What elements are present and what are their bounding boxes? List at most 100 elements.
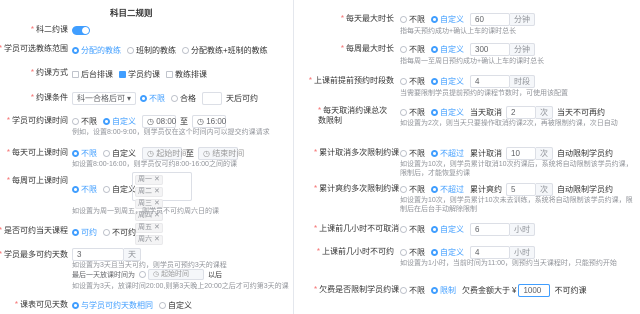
release-time-radio[interactable] [139,271,146,278]
no-book-before-radio-2[interactable] [431,249,438,256]
no-cancel-before-input[interactable]: 6 [470,223,510,236]
weekly-max-option-1[interactable]: 不限 [409,44,425,55]
arrears-limit-radio-1[interactable] [400,287,407,294]
weekly-time-radio-2[interactable] [103,186,110,193]
arrears-limit-option-1[interactable]: 不限 [409,285,425,296]
weekly-max-radio-1[interactable] [400,46,407,53]
booking-method-option-3[interactable]: 教练排课 [175,69,207,80]
arrears-limit-option-2[interactable]: 限制 [440,285,456,296]
booking-time-option-1[interactable]: 不限 [81,116,97,127]
booking-condition-radio-2[interactable] [171,95,178,102]
arrears-limit-radio-2[interactable] [431,287,438,294]
cancel-count-radio-1[interactable] [400,109,407,116]
daily-max-radio-2[interactable] [431,16,438,23]
advance-hours-option-1[interactable]: 不限 [409,76,425,87]
no-book-before-option-2[interactable]: 自定义 [440,247,464,258]
weekly-time-option-1[interactable]: 不限 [81,184,97,195]
cumulative-cancel-radio-1[interactable] [400,150,407,157]
cumulative-miss-radio-1[interactable] [400,186,407,193]
same-day-option-1[interactable]: 可约 [81,227,97,238]
booking-method-checkbox-3[interactable] [166,71,173,78]
cumulative-miss-option-2[interactable]: 不超过 [440,184,464,195]
daily-max-hint: 指每天预约成功+确认上车的课时总长 [400,28,517,35]
coach-scope-radio-1[interactable] [72,47,79,54]
same-day-radio-1[interactable] [72,229,79,236]
cumulative-miss-option-1[interactable]: 不限 [409,184,425,195]
arrears-limit-input[interactable]: 1000 [518,284,551,297]
advance-hours-radio-1[interactable] [400,78,407,85]
day-tag[interactable]: 周一 ✕ [135,175,163,185]
booking-condition-select[interactable]: 科一合格后可 ▾ [72,92,136,105]
daily-max-input[interactable]: 60 [470,13,510,26]
coach-scope-radio-2[interactable] [127,47,134,54]
cumulative-miss-radio-2[interactable] [431,186,438,193]
booking-method-checkbox-2[interactable] [119,71,126,78]
cancel-count-option-2[interactable]: 自定义 [440,107,464,118]
visible-days-radio-1[interactable] [72,302,79,309]
booking-time-end-input[interactable]: ◷ 16:00 [192,115,226,128]
advance-hours-option-2[interactable]: 自定义 [440,76,464,87]
weekly-time-radio-1[interactable] [72,186,79,193]
daily-time-radio-2[interactable] [103,150,110,157]
booking-time-start-input[interactable]: ◷ 08:00 [142,115,176,128]
cumulative-cancel-option-1[interactable]: 不限 [409,148,425,159]
daily-time-option-1[interactable]: 不限 [81,148,97,159]
cumulative-cancel-radio-2[interactable] [431,150,438,157]
same-day-radio-2[interactable] [103,229,110,236]
cancel-count-suffix: 当天不可再约 [557,108,605,117]
cancel-count-option-1[interactable]: 不限 [409,107,425,118]
weekly-max-radio-2[interactable] [431,46,438,53]
weekly-max-option-2[interactable]: 自定义 [440,44,464,55]
column-divider [293,0,294,314]
cumulative-cancel-input[interactable]: 10 [506,147,536,160]
no-book-before-label: * 上课前几小时不可约 [316,247,394,256]
cancel-count-radio-2[interactable] [431,109,438,116]
cumulative-cancel-option-2[interactable]: 不超过 [440,148,464,159]
no-book-before-option-1[interactable]: 不限 [409,247,425,258]
daily-time-end-input[interactable]: ◷ 结束时间 [198,147,244,160]
cumulative-miss-hint: 如设置为10次，则学员累计10次未去训练，系统将自动限制该学员约课，限制后在后台… [400,197,633,213]
booking-time-option-2[interactable]: 自定义 [112,116,136,127]
coach-scope-option-3[interactable]: 分配教练+班制的教练 [191,45,268,56]
cumulative-cancel-unit: 次 [536,147,553,160]
weekly-days-select[interactable]: 周一 ✕ 周二 ✕ 周三 ✕ 周四 ✕ 周五 ✕ 周六 ✕ [132,172,192,245]
booking-time-radio-2[interactable] [103,118,110,125]
booking-time-radio-1[interactable] [72,118,79,125]
same-day-option-2[interactable]: 不可约 [112,227,136,238]
booking-method-option-1[interactable]: 后台排课 [81,69,113,80]
daily-max-option-2[interactable]: 自定义 [440,14,464,25]
booking-method-checkbox-1[interactable] [72,71,79,78]
no-cancel-before-radio-1[interactable] [400,226,407,233]
visible-days-option-2[interactable]: 自定义 [168,300,192,311]
coach-scope-radio-3[interactable] [182,47,189,54]
no-cancel-before-unit: 小时 [510,223,535,236]
no-cancel-before-option-2[interactable]: 自定义 [440,224,464,235]
advance-hours-input[interactable]: 4 [470,75,510,88]
cumulative-miss-input[interactable]: 5 [506,183,536,196]
booking-condition-days-input[interactable] [202,92,222,105]
daily-max-option-1[interactable]: 不限 [409,14,425,25]
advance-hours-radio-2[interactable] [431,78,438,85]
daily-time-radio-1[interactable] [72,150,79,157]
visible-days-option-1[interactable]: 与学员可约天数相同 [81,300,153,311]
booking-condition-option-2[interactable]: 合格 [180,93,196,104]
visible-days-radio-2[interactable] [159,302,166,309]
cancel-count-input[interactable]: 2 [506,106,536,119]
daily-max-radio-1[interactable] [400,16,407,23]
daily-time-option-2[interactable]: 自定义 [112,148,136,159]
coach-scope-option-2[interactable]: 班制的教练 [136,45,176,56]
no-cancel-before-option-1[interactable]: 不限 [409,224,425,235]
booking-condition-radio-1[interactable] [140,95,147,102]
weekly-max-input[interactable]: 300 [470,43,510,56]
no-book-before-radio-1[interactable] [400,249,407,256]
no-cancel-before-radio-2[interactable] [431,226,438,233]
booking-method-option-2[interactable]: 学员约课 [128,69,160,80]
booking-condition-option-1[interactable]: 不限 [149,93,165,104]
day-tag[interactable]: 周二 ✕ [135,187,163,197]
coach-scope-option-1[interactable]: 分配的教练 [81,45,121,56]
days-ahead-input[interactable]: 3 [72,248,124,261]
no-book-before-input[interactable]: 4 [470,246,510,259]
release-time-input[interactable]: ◷ 起始时间 [148,269,204,280]
subject-enabled-toggle[interactable] [72,26,90,35]
daily-time-start-input[interactable]: ◷ 起始时间 [142,147,188,160]
